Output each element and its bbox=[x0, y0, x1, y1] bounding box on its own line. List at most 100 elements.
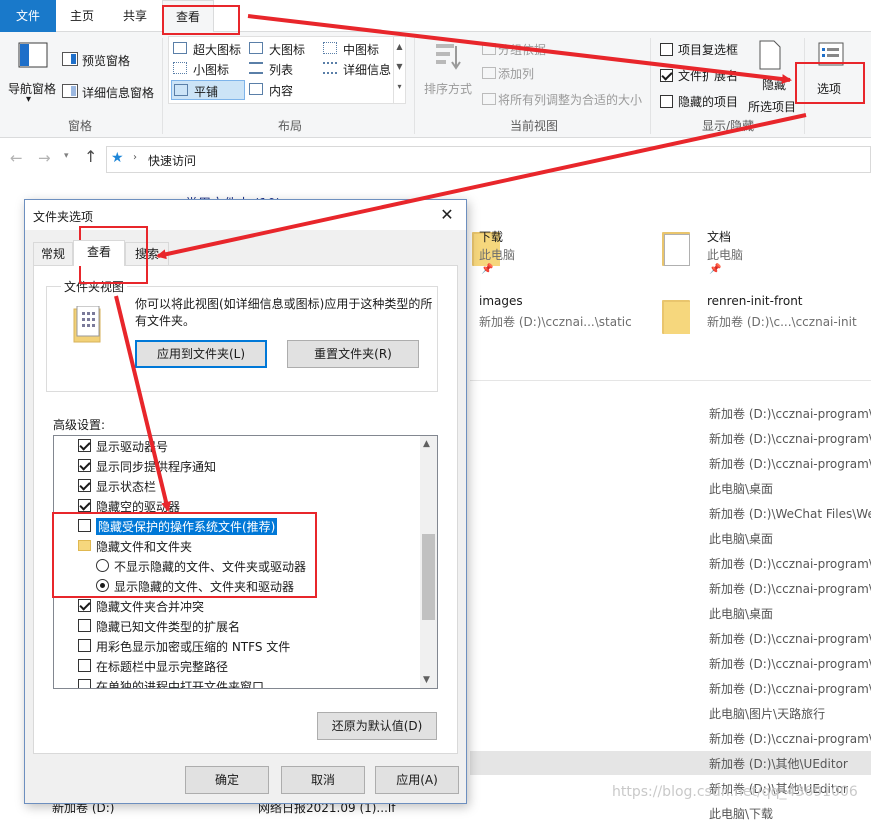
annotation-box-hidden-settings bbox=[52, 512, 317, 598]
layout-tiles[interactable]: 平铺 bbox=[171, 80, 245, 100]
layout-large-icons[interactable]: 大图标 bbox=[247, 39, 323, 57]
folder-name: images bbox=[479, 294, 523, 308]
preview-pane-button[interactable]: 预览窗格 bbox=[60, 50, 160, 68]
item-checkboxes-checkbox[interactable] bbox=[660, 43, 673, 56]
setting-checkbox[interactable] bbox=[78, 499, 91, 512]
recent-location[interactable]: 新加卷 (D:)\ccznai-program\ bbox=[709, 555, 871, 572]
recent-location[interactable]: 新加卷 (D:)\其他\UEditor bbox=[709, 755, 848, 772]
folder-name: 下载 bbox=[479, 230, 504, 244]
divider bbox=[470, 380, 871, 381]
recent-locations-icon[interactable]: ▾ bbox=[64, 151, 69, 161]
nav-pane-button[interactable]: 导航窗格 ▾ bbox=[4, 38, 56, 120]
pin-icon: 📌 bbox=[709, 264, 722, 275]
setting-checkbox[interactable] bbox=[78, 659, 91, 672]
forward-button[interactable]: → bbox=[38, 149, 51, 167]
size-columns-icon bbox=[482, 93, 496, 105]
setting-label: 用彩色显示加密或压缩的 NTFS 文件 bbox=[96, 640, 291, 654]
hide-selected-button[interactable]: 隐藏 所选项目 bbox=[748, 38, 796, 118]
address-box[interactable]: ★ › 快速访问 bbox=[106, 146, 871, 173]
item-checkboxes-label: 项目复选框 bbox=[678, 43, 739, 57]
gallery-scrollbar[interactable]: ▲ ▼ ▾ bbox=[393, 37, 405, 103]
recent-location[interactable]: 新加卷 (D:)\WeChat Files\We bbox=[709, 505, 871, 522]
add-columns-button[interactable]: 添加列 bbox=[480, 64, 570, 82]
recent-location[interactable]: 此电脑\图片\天路旅行 bbox=[709, 705, 825, 722]
tab-home[interactable]: 主页 bbox=[56, 0, 108, 32]
hide-selected-icon bbox=[759, 40, 781, 70]
details-pane-button[interactable]: 详细信息窗格 bbox=[60, 82, 160, 100]
setting-checkbox[interactable] bbox=[78, 679, 91, 688]
hidden-items-toggle[interactable]: 隐藏的项目 bbox=[658, 92, 748, 110]
up-button[interactable]: ↑ bbox=[84, 147, 97, 166]
advanced-setting-row[interactable]: 在标题栏中显示完整路径 bbox=[54, 656, 420, 676]
sort-by-button[interactable]: 排序方式 bbox=[420, 38, 476, 118]
recent-location[interactable]: 新加卷 (D:)\ccznai-program\ bbox=[709, 630, 871, 647]
breadcrumb[interactable]: 快速访问 bbox=[148, 152, 196, 169]
advanced-setting-row[interactable]: 显示驱动器号 bbox=[54, 436, 420, 456]
recent-location[interactable]: 新加卷 (D:)\ccznai-program\ bbox=[709, 655, 871, 672]
advanced-setting-row[interactable]: 在单独的进程中打开文件夹窗口 bbox=[54, 676, 420, 689]
large-icons-icon bbox=[249, 42, 263, 54]
size-columns-button[interactable]: 将所有列调整为合适的大小 bbox=[480, 90, 646, 108]
setting-checkbox[interactable] bbox=[78, 479, 91, 492]
setting-checkbox[interactable] bbox=[78, 439, 91, 452]
advanced-setting-row[interactable]: 显示同步提供程序通知 bbox=[54, 456, 420, 476]
recent-location[interactable]: 新加卷 (D:)\ccznai-program\ bbox=[709, 430, 871, 447]
recent-location[interactable]: 此电脑\下载 bbox=[709, 805, 773, 822]
recent-location[interactable]: 此电脑\桌面 bbox=[709, 480, 773, 497]
folder-tile[interactable]: images 新加卷 (D:)\ccznai...\static bbox=[470, 292, 660, 342]
recent-location[interactable]: 此电脑\桌面 bbox=[709, 605, 773, 622]
setting-label: 在单独的进程中打开文件夹窗口 bbox=[96, 680, 265, 689]
hidden-items-checkbox[interactable] bbox=[660, 95, 673, 108]
ok-button[interactable]: 确定 bbox=[185, 766, 269, 794]
tab-share[interactable]: 共享 bbox=[108, 0, 162, 32]
setting-checkbox[interactable] bbox=[78, 619, 91, 632]
group-label-layout: 布局 bbox=[277, 119, 302, 133]
hidden-items-label: 隐藏的项目 bbox=[678, 95, 739, 109]
tiles-icon bbox=[174, 84, 188, 96]
recent-location[interactable]: 此电脑\桌面 bbox=[709, 530, 773, 547]
folder-tile[interactable]: renren-init-front 新加卷 (D:)\c...\ccznai-i… bbox=[660, 292, 871, 342]
scrollbar[interactable]: ▲ ▼ bbox=[420, 436, 437, 688]
tab-file[interactable]: 文件 bbox=[0, 0, 56, 32]
advanced-setting-row[interactable]: 用彩色显示加密或压缩的 NTFS 文件 bbox=[54, 636, 420, 656]
recent-location[interactable]: 新加卷 (D:)\ccznai-program\ bbox=[709, 455, 871, 472]
recent-location[interactable]: 新加卷 (D:)\ccznai-program\ bbox=[709, 580, 871, 597]
group-by-button[interactable]: 分组依据 bbox=[480, 40, 570, 58]
tab-view[interactable]: 查看 bbox=[73, 240, 125, 266]
recent-location[interactable]: 新加卷 (D:)\ccznai-program\ bbox=[709, 405, 871, 422]
scroll-down-icon[interactable]: ▼ bbox=[423, 675, 430, 685]
layout-list[interactable]: 列表 bbox=[247, 59, 323, 77]
add-columns-label: 添加列 bbox=[498, 67, 535, 81]
cancel-button[interactable]: 取消 bbox=[281, 766, 365, 794]
layout-medium-icons[interactable]: 中图标 bbox=[321, 39, 397, 57]
setting-checkbox[interactable] bbox=[78, 459, 91, 472]
setting-checkbox[interactable] bbox=[78, 599, 91, 612]
item-checkboxes-toggle[interactable]: 项目复选框 bbox=[658, 40, 748, 58]
scrollbar-thumb[interactable] bbox=[422, 534, 435, 620]
apply-to-folders-button[interactable]: 应用到文件夹(L) bbox=[135, 340, 267, 368]
advanced-setting-row[interactable]: 隐藏已知文件类型的扩展名 bbox=[54, 616, 420, 636]
recent-location[interactable]: 新加卷 (D:)\ccznai-program\ bbox=[709, 680, 871, 697]
advanced-setting-row[interactable]: 隐藏文件夹合并冲突 bbox=[54, 596, 420, 616]
layout-content[interactable]: 内容 bbox=[247, 80, 323, 98]
back-button[interactable]: ← bbox=[10, 149, 23, 167]
file-name-ext-toggle[interactable]: 文件扩展名 bbox=[658, 66, 748, 84]
layout-label: 内容 bbox=[269, 84, 294, 98]
scroll-up-icon[interactable]: ▲ bbox=[423, 439, 430, 449]
close-icon[interactable]: ✕ bbox=[434, 202, 460, 228]
advanced-setting-row[interactable]: 显示状态栏 bbox=[54, 476, 420, 496]
layout-label: 列表 bbox=[269, 63, 294, 77]
recent-location[interactable]: 新加卷 (D:)\ccznai-program\ bbox=[709, 730, 871, 747]
layout-extra-large-icons[interactable]: 超大图标 bbox=[171, 39, 247, 57]
layout-small-icons[interactable]: 小图标 bbox=[171, 59, 247, 77]
setting-checkbox[interactable] bbox=[78, 639, 91, 652]
folder-tile[interactable]: 下载 此电脑 📌 bbox=[470, 224, 670, 280]
restore-defaults-button[interactable]: 还原为默认值(D) bbox=[317, 712, 437, 740]
file-name-ext-checkbox[interactable] bbox=[660, 69, 673, 82]
tab-general[interactable]: 常规 bbox=[33, 242, 73, 266]
small-icons-icon bbox=[173, 62, 187, 74]
apply-button[interactable]: 应用(A) bbox=[375, 766, 459, 794]
layout-details[interactable]: 详细信息 bbox=[321, 59, 397, 77]
reset-folders-button[interactable]: 重置文件夹(R) bbox=[287, 340, 419, 368]
folder-tile[interactable]: 文档 此电脑 📌 bbox=[660, 224, 871, 280]
